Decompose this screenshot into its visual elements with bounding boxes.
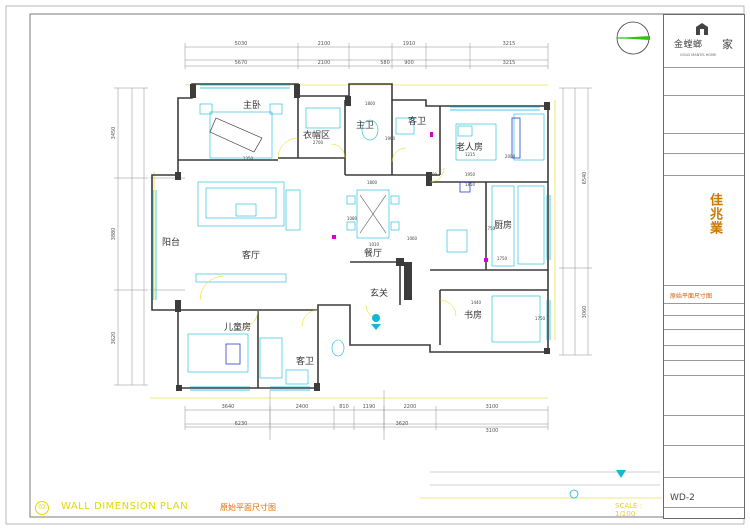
drawing-title-bar: 02 WALL DIMENSION PLAN 原始平面尺寸图 SCALE : 1… [30,498,662,518]
label-guest-bath-top: 客卫 [408,115,426,127]
label-kitchen: 厨房 [494,219,512,231]
logo-text: 金螳螂 [674,40,703,50]
dim-top-outer-2: 2100 [318,41,331,47]
tb-divider [664,133,744,134]
tb-divider [664,315,744,316]
dim-top-outer-4: 3215 [503,41,516,47]
dimension-labels: 5030 2100 1910 3215 5670 2100 580 900 32… [222,41,516,434]
dim-bottom-mid-3: 3100 [486,428,499,434]
dim-bottom-5: 2200 [404,404,417,410]
svg-text:1080: 1080 [347,216,358,221]
label-guest-bath-bottom: 客卫 [296,355,314,367]
svg-text:1950: 1950 [465,172,476,177]
dim-top-inner-3: 580 [380,60,390,66]
label-balcony: 阳台 [162,236,180,248]
svg-text:2700: 2700 [313,140,324,145]
scale-label: SCALE : 1/100 [615,502,643,518]
project-name: 佳兆業 [707,193,722,235]
dim-bottom-4: 1190 [363,404,376,410]
tb-divider [664,507,744,508]
dim-bottom-2: 2400 [296,404,309,410]
dim-top-outer-3: 1910 [403,41,416,47]
tb-divider [664,303,744,304]
logo-suffix: 家 [722,38,733,51]
tb-divider [664,67,744,68]
label-entrance: 玄关 [370,287,388,299]
north-arrow-icon [616,21,650,55]
drawing-name: 原始平面尺寸图 [670,293,713,300]
svg-text:1440: 1440 [471,300,482,305]
dim-left-3: 3620 [111,332,117,345]
legend-icons [430,470,660,499]
tb-divider [664,445,744,446]
title-cn: 原始平面尺寸图 [220,503,276,512]
dimension-lines [114,43,592,440]
dim-bottom-1: 3640 [222,404,235,410]
dim-right-1: 6540 [582,172,588,185]
door-swings [199,137,457,329]
svg-text:2000: 2000 [505,154,516,159]
dim-top-outer-1: 5030 [235,41,248,47]
dining-table [346,189,400,239]
title-block: 金螳螂 家 GOLD MANTIS HOME 佳兆業 原始平面尺寸图 WD-2 [663,14,745,519]
svg-text:1215: 1215 [465,152,476,157]
label-living-room: 客厅 [242,249,260,261]
dim-bottom-6: 3100 [486,404,499,410]
drawing-number: WD-2 [670,493,695,503]
furniture [187,103,545,385]
title-en: WALL DIMENSION PLAN [61,501,189,512]
dim-top-inner-4: 900 [404,60,414,66]
logo: 金螳螂 家 GOLD MANTIS HOME [670,23,738,63]
master-bed [199,103,283,159]
tb-divider [664,329,744,330]
svg-text:1010: 1010 [369,242,380,247]
tb-divider [664,285,744,286]
logo-sub: GOLD MANTIS HOME [680,53,717,57]
svg-text:1750: 1750 [535,316,546,321]
tb-divider [664,415,744,416]
tb-divider [664,375,744,376]
label-master-bedroom: 主卧 [243,99,261,111]
walls [151,83,549,389]
fixtures-blue [225,117,521,365]
entrance-marker-icon [371,314,381,330]
tb-divider [664,95,744,96]
dim-right-2: 3060 [582,306,588,319]
label-study: 书房 [464,309,482,321]
dim-left-2: 3880 [111,228,117,241]
svg-text:1800: 1800 [365,101,376,106]
dim-left-1: 3450 [111,127,117,140]
svg-text:1750: 1750 [497,256,508,261]
svg-text:1800: 1800 [367,180,378,185]
svg-text:1060: 1060 [407,236,418,241]
dim-top-inner-5: 3215 [503,60,516,66]
room-labels: 主卧 衣帽区 主卫 客卫 老人房 阳台 客厅 餐厅 厨房 玄关 书房 儿童房 客… [162,99,512,367]
dim-bottom-mid-2: 3620 [396,421,409,427]
tb-divider [664,153,744,154]
dim-bottom-3: 810 [339,404,349,410]
living-sofa [197,181,301,231]
svg-text:1900: 1900 [385,136,396,141]
tb-divider [664,477,744,478]
svg-text:1850: 1850 [465,182,476,187]
dim-top-inner-2: 2100 [318,60,331,66]
drawing-sheet: 主卧 衣帽区 主卫 客卫 老人房 阳台 客厅 餐厅 厨房 玄关 书房 儿童房 客… [5,5,745,525]
svg-text:1750: 1750 [485,226,496,231]
drawing-index: 02 [35,501,49,515]
svg-text:1350: 1350 [243,156,254,161]
label-dining-room: 餐厅 [364,247,382,259]
tb-divider [664,360,744,361]
label-master-bath: 主卫 [356,119,374,131]
tb-divider [664,345,744,346]
house-logo-icon [696,23,708,35]
small-dimension-labels: 1800 1350 2700 1900 1800 1080 1200 1750 … [243,101,546,321]
dim-top-inner-1: 5670 [235,60,248,66]
svg-text:1200: 1200 [427,172,438,177]
dim-bottom-mid-1: 6230 [235,421,248,427]
label-kids-room: 儿童房 [224,321,251,333]
tb-divider [664,175,744,176]
